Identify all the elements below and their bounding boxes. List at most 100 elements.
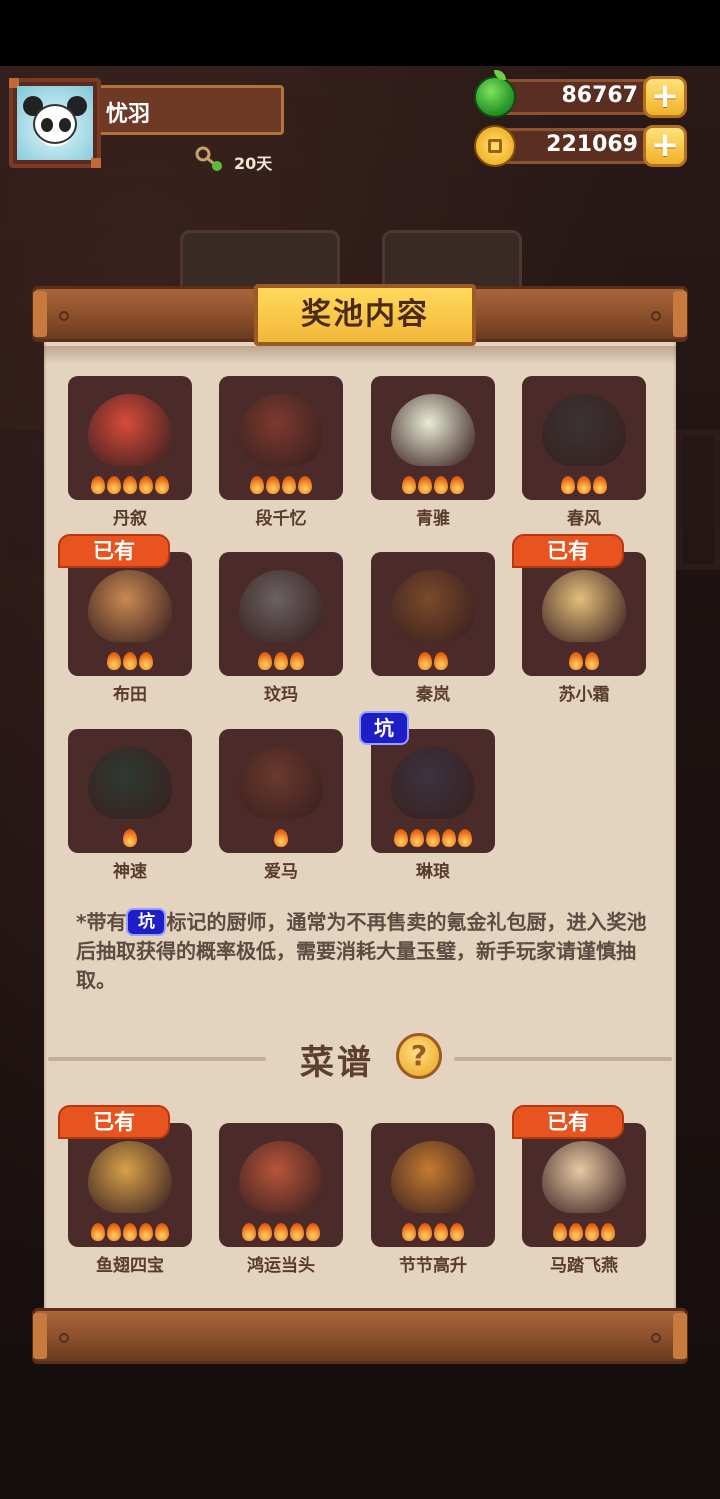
chef-card-box	[371, 376, 495, 500]
star-rating	[68, 829, 192, 849]
chef-name: 段千忆	[255, 509, 307, 529]
flame-star-icon	[274, 652, 288, 670]
flame-star-icon	[290, 652, 304, 670]
chef-portrait	[391, 747, 475, 819]
flame-star-icon	[266, 476, 280, 494]
chef-card[interactable]: 春风	[522, 376, 646, 529]
flame-star-icon	[290, 1223, 304, 1241]
chef-card[interactable]: 布田 已有	[58, 534, 192, 705]
chef-name: 春风	[567, 509, 601, 529]
avatar[interactable]	[17, 86, 93, 160]
recipe-card-box	[219, 1123, 343, 1247]
flame-star-icon	[139, 476, 153, 494]
flame-star-icon	[434, 476, 448, 494]
add-coin-button[interactable]: +	[643, 125, 687, 167]
chef-card[interactable]: 秦岚	[371, 552, 495, 705]
recipe-card-box	[68, 1123, 192, 1247]
flame-star-icon	[242, 1223, 256, 1241]
recipe-portrait	[239, 1141, 323, 1213]
star-rating	[219, 476, 343, 496]
chef-card[interactable]: 玟玛	[219, 552, 343, 705]
chef-card-box	[219, 729, 343, 853]
chef-card-box	[68, 376, 192, 500]
flame-star-icon	[585, 652, 599, 670]
recipes-title: 菜谱	[300, 1043, 374, 1083]
chef-portrait	[88, 570, 172, 642]
chef-name: 爱马	[264, 862, 298, 882]
chef-card-box	[371, 729, 495, 853]
flame-star-icon	[274, 829, 288, 847]
flame-star-icon	[274, 1223, 288, 1241]
flame-star-icon	[107, 1223, 121, 1241]
owned-badge: 已有	[512, 534, 624, 568]
star-rating	[219, 652, 343, 672]
recipe-card[interactable]: 马踏飞燕 已有	[512, 1105, 646, 1276]
chef-card[interactable]: 段千忆	[219, 376, 343, 529]
chef-name: 秦岚	[416, 685, 450, 705]
flame-star-icon	[258, 1223, 272, 1241]
recipe-name: 节节高升	[399, 1256, 467, 1276]
divider-right	[454, 1057, 672, 1061]
pit-note: *带有坑标记的厨师，通常为不再售卖的氪金礼包厨，进入奖池后抽取获得的概率极低，需…	[76, 908, 656, 995]
flame-star-icon	[155, 476, 169, 494]
flame-star-icon	[418, 1223, 432, 1241]
flame-star-icon	[306, 1223, 320, 1241]
chef-card[interactable]: 丹叙	[68, 376, 192, 529]
chef-name: 丹叙	[113, 509, 147, 529]
help-button[interactable]: ?	[396, 1033, 442, 1079]
recipe-card-box	[371, 1123, 495, 1247]
recipe-portrait	[88, 1141, 172, 1213]
chef-name: 苏小霜	[558, 685, 610, 705]
recipe-card[interactable]: 节节高升	[371, 1123, 495, 1276]
chef-name: 玟玛	[264, 685, 298, 705]
recipe-card[interactable]: 鸿运当头	[219, 1123, 343, 1276]
flame-star-icon	[155, 1223, 169, 1241]
recipe-portrait	[542, 1141, 626, 1213]
chef-card[interactable]: 苏小霜 已有	[512, 534, 646, 705]
pit-mark-inline: 坑	[126, 908, 167, 936]
flame-star-icon	[282, 476, 296, 494]
flame-star-icon	[569, 1223, 583, 1241]
avatar-frame[interactable]	[9, 78, 101, 168]
recipe-card-box	[522, 1123, 646, 1247]
chef-portrait	[239, 394, 323, 466]
star-rating	[68, 652, 192, 672]
coin-value: 221069	[546, 132, 638, 157]
chef-card-box	[371, 552, 495, 676]
star-rating	[371, 652, 495, 672]
scroll-rod-bottom	[32, 1308, 688, 1364]
chef-card-box	[522, 376, 646, 500]
panel-title: 奖池内容	[254, 284, 476, 346]
flame-star-icon	[402, 476, 416, 494]
chef-card[interactable]: 爱马	[219, 729, 343, 882]
owned-badge: 已有	[58, 1105, 170, 1139]
recipe-card[interactable]: 鱼翅四宝 已有	[58, 1105, 192, 1276]
flame-star-icon	[418, 476, 432, 494]
flame-star-icon	[123, 829, 137, 847]
flame-star-icon	[107, 476, 121, 494]
flame-star-icon	[123, 476, 137, 494]
flame-star-icon	[418, 652, 432, 670]
flame-star-icon	[458, 829, 472, 847]
flame-star-icon	[298, 476, 312, 494]
status-bar-area	[0, 0, 720, 66]
star-rating	[522, 1223, 646, 1243]
chef-name: 神速	[113, 862, 147, 882]
note-prefix: *带有	[76, 910, 127, 934]
flame-star-icon	[91, 476, 105, 494]
pit-badge: 坑	[359, 711, 409, 745]
chef-card[interactable]: 青骓	[371, 376, 495, 529]
add-apple-button[interactable]: +	[643, 76, 687, 118]
flame-star-icon	[258, 652, 272, 670]
chef-card-box	[219, 376, 343, 500]
chef-card[interactable]: 神速	[68, 729, 192, 882]
star-rating	[68, 1223, 192, 1243]
recipe-portrait	[391, 1141, 475, 1213]
recipe-name: 鱼翅四宝	[96, 1256, 164, 1276]
owned-badge: 已有	[512, 1105, 624, 1139]
star-rating	[68, 476, 192, 496]
chef-portrait	[88, 394, 172, 466]
chef-card-box	[219, 552, 343, 676]
chef-portrait	[239, 570, 323, 642]
chef-card[interactable]: 琳琅 坑	[359, 711, 495, 882]
